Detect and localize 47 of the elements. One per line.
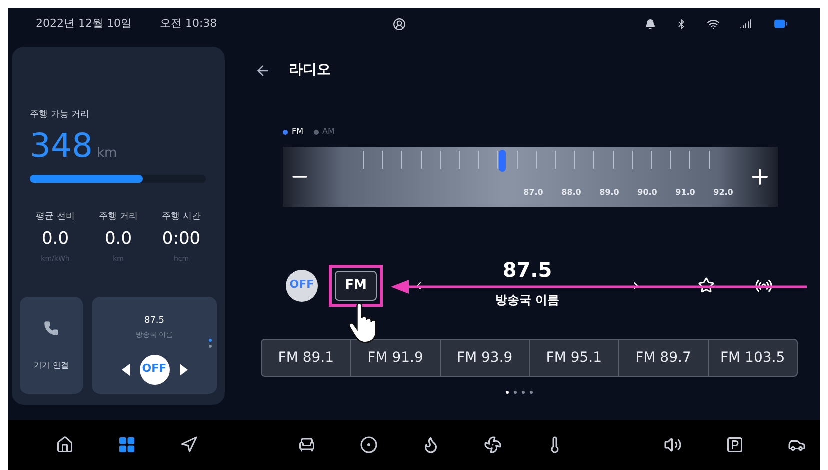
stat-label: 주행 거리 [99, 211, 138, 224]
battery-icon [772, 17, 790, 31]
previous-icon[interactable] [122, 364, 130, 376]
range-value: 348 [30, 128, 93, 162]
scale-label: 87.0 [522, 187, 544, 199]
signal-icon [740, 18, 752, 30]
tile-frequency: 87.5 [144, 314, 165, 328]
bell-icon [645, 18, 656, 30]
band-option[interactable]: FM [283, 126, 304, 138]
tile-power-button[interactable]: OFF [140, 354, 170, 384]
scale-label: 92.0 [712, 187, 734, 199]
date: 2022년 12월 10일 [36, 16, 132, 32]
stat-value: 0.0 [104, 228, 132, 250]
scale-label: 88.0 [560, 187, 582, 199]
home-icon[interactable] [56, 436, 74, 454]
profile-icon[interactable] [393, 18, 406, 30]
apps-icon[interactable] [118, 436, 136, 454]
stat-label: 주행 시간 [162, 211, 201, 224]
seat-icon[interactable] [298, 436, 316, 454]
stat-value: 0:00 [162, 228, 201, 250]
phone-connect-tile[interactable]: 기기 연결 [20, 296, 83, 394]
tuner-dial[interactable]: 87.0 88.0 89.0 90.0 91.0 92.0 [283, 147, 778, 207]
stat-label: 평균 전비 [36, 211, 75, 224]
preset-button[interactable]: FM 93.9 [440, 340, 529, 376]
bluetooth-icon [676, 18, 687, 30]
scale-label: 91.0 [674, 187, 696, 199]
back-icon[interactable] [255, 62, 271, 78]
scale-label: 89.0 [598, 187, 620, 199]
phone-icon [44, 320, 59, 336]
range-label: 주행 가능 거리 [30, 109, 91, 122]
time: 오전 10:38 [160, 16, 218, 32]
page-title: 라디오 [289, 61, 331, 80]
wifi-icon [707, 18, 720, 30]
stat-value: 0.0 [42, 228, 70, 250]
range-unit: km [97, 144, 118, 162]
band-button[interactable]: FM [335, 270, 377, 300]
volume-icon[interactable] [664, 436, 682, 454]
star-icon[interactable] [698, 277, 715, 294]
scale-label: 90.0 [636, 187, 658, 199]
current-frequency: 87.5 [502, 258, 552, 283]
next-icon[interactable] [180, 364, 188, 376]
preset-button[interactable]: FM 95.1 [528, 340, 618, 376]
station-name: 방송국 이름 [495, 292, 560, 309]
navigation-icon[interactable] [180, 436, 198, 454]
preset-button[interactable]: FM 89.7 [618, 340, 708, 376]
preset-button[interactable]: FM 103.5 [708, 340, 797, 376]
preset-button[interactable]: FM 89.1 [262, 340, 350, 376]
